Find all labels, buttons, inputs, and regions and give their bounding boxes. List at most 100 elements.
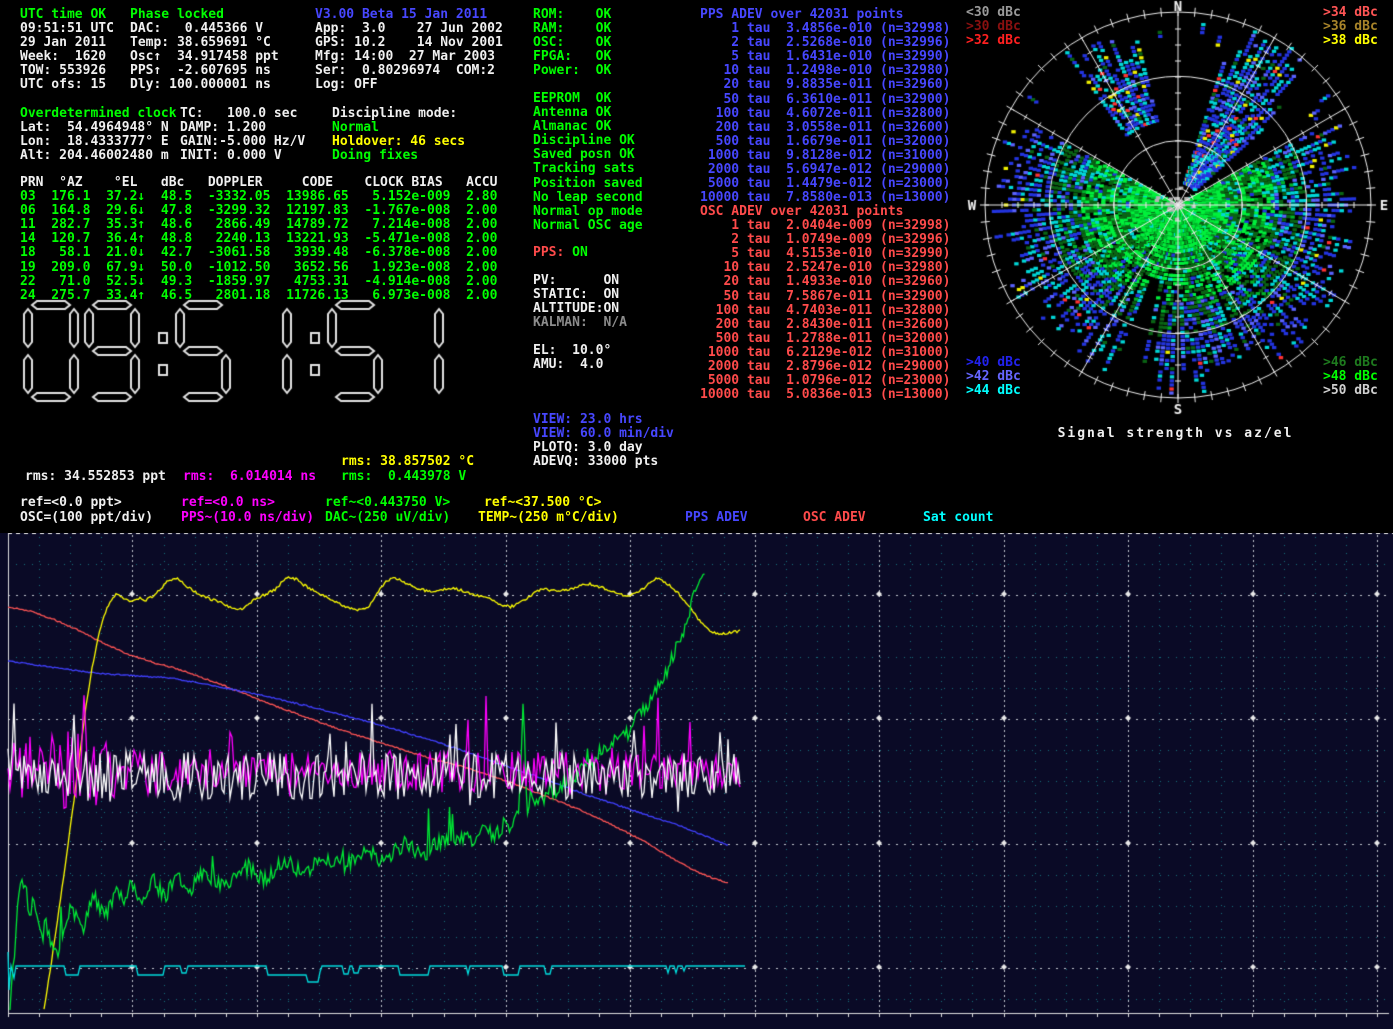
gps-status-line: EEPROM OK: [533, 92, 643, 106]
selftest-line: OSC: OK: [533, 36, 611, 50]
status-label: rms: 0.443978 V: [341, 470, 466, 484]
dbc-legend-entry: >50 dBc: [1323, 384, 1378, 398]
satellite-table: PRN °AZ °EL dBc DOPPLER CODE CLOCK BIAS …: [20, 176, 497, 303]
sat-table-row: 03 176.1 37.2↓ 48.5 -3332.05 13986.65 5.…: [20, 190, 497, 204]
pps-status-line: PPS: ON: [533, 246, 588, 260]
utc-line: UTC ofs: 15: [20, 78, 114, 92]
view-settings-block: VIEW: 23.0 hrsVIEW: 60.0 min/divPLOTQ: 3…: [533, 413, 674, 469]
pps-adev-row: 1 tau 3.4856e-010 (n=32998): [700, 22, 950, 36]
discipline-mode-block: Discipline mode:NormalHoldover: 46 secsD…: [332, 107, 465, 163]
status-label: ref=<0.0 ppt>: [20, 496, 122, 510]
status-label: TEMP~(250 m°C/div): [478, 511, 619, 525]
pps-adev-row: 1000 tau 9.8128e-012 (n=31000): [700, 149, 950, 163]
pps-adev-row: 2 tau 2.5268e-010 (n=32996): [700, 36, 950, 50]
pps-adev-row: 10 tau 1.2498e-010 (n=32980): [700, 64, 950, 78]
phase-status-header: Phase locked: [130, 8, 279, 22]
fix-mode-line: ALTITUDE:ON: [533, 302, 627, 316]
fix-mode-block: PV: ONSTATIC: ONALTITUDE:ONKALMAN: N/A: [533, 274, 627, 330]
phase-line: Dly: 100.000001 ns: [130, 78, 279, 92]
utc-line: 29 Jan 2011: [20, 36, 114, 50]
pps-adev-row: 100 tau 4.6072e-011 (n=32800): [700, 107, 950, 121]
sat-table-header: PRN °AZ °EL dBc DOPPLER CODE CLOCK BIAS …: [20, 176, 497, 190]
gps-status-line: Discipline OK: [533, 134, 643, 148]
phase-line: PPS↑ -2.607695 ns: [130, 64, 279, 78]
osc-adev-row: 20 tau 1.4933e-010 (n=32960): [700, 275, 950, 289]
pps-adev-row: 2000 tau 5.6947e-012 (n=29000): [700, 163, 950, 177]
dbc-legend-mid: >34 dBc>36 dBc>38 dBc: [1323, 6, 1378, 49]
version-header: V3.00 Beta 15 Jan 2011: [315, 8, 503, 22]
osc-adev-row: 500 tau 1.2788e-011 (n=32000): [700, 332, 950, 346]
gps-status-line: Normal OSC age: [533, 219, 643, 233]
phase-lock-block: Phase lockedDAC: 0.445366 VTemp: 38.6596…: [130, 8, 279, 93]
sat-table-row: 22 71.0 52.5↓ 49.3 -1859.97 4753.31 -4.9…: [20, 275, 497, 289]
status-label: rms: 38.857502 °C: [341, 455, 474, 469]
digital-clock: [22, 296, 467, 414]
loop-line: INIT: 0.000 V: [180, 149, 305, 163]
sat-table-row: 06 164.8 29.6↓ 47.8 -3299.32 12197.83 -1…: [20, 204, 497, 218]
status-label: ref~<0.443750 V>: [325, 496, 450, 510]
selftest-line: RAM: OK: [533, 22, 611, 36]
mask-line: EL: 10.0°: [533, 344, 611, 358]
version-line: GPS: 10.2 14 Nov 2001: [315, 36, 503, 50]
fix-mode-line: KALMAN: N/A: [533, 316, 627, 330]
osc-adev-row: 50 tau 7.5867e-011 (n=32900): [700, 290, 950, 304]
selftest-line: ROM: OK: [533, 8, 611, 22]
position-line: Alt: 204.46002480 m: [20, 149, 177, 163]
selftest-line: FPGA: OK: [533, 50, 611, 64]
sat-table-row: 18 58.1 21.0↓ 42.7 -3061.58 3939.48 -6.3…: [20, 246, 497, 260]
utc-line: TOW: 553926: [20, 64, 114, 78]
phase-line: Temp: 38.659691 °C: [130, 36, 279, 50]
utc-status-header: UTC time OK: [20, 8, 114, 22]
selftest-line: Power: OK: [533, 64, 611, 78]
pps-adev-row: 20 tau 9.8835e-011 (n=32960): [700, 78, 950, 92]
status-label: rms: 6.014014 ns: [183, 470, 316, 484]
dbc-legend-entry: >38 dBc: [1323, 34, 1378, 48]
gps-status-line: Almanac OK: [533, 120, 643, 134]
version-line: App: 3.0 27 Jun 2002: [315, 22, 503, 36]
loop-params-block: TC: 100.0 secDAMP: 1.200GAIN:-5.000 Hz/V…: [180, 107, 305, 163]
loop-line: TC: 100.0 sec: [180, 107, 305, 121]
status-label: rms: 34.552853 ppt: [25, 470, 166, 484]
pps-adev-row: 500 tau 1.6679e-011 (n=32000): [700, 135, 950, 149]
status-label: DAC~(250 uV/div): [325, 511, 450, 525]
osc-adev-row: 1000 tau 6.2129e-012 (n=31000): [700, 346, 950, 360]
pps-value: ON: [572, 245, 588, 260]
dbc-legend-high: >40 dBc>42 dBc>44 dBc: [966, 356, 1021, 399]
position-line: Lat: 54.4964948° N: [20, 121, 177, 135]
lady-heather-monitor-screen: UTC time OK09:51:51 UTC29 Jan 2011Week: …: [0, 0, 1393, 1029]
phase-line: DAC: 0.445366 V: [130, 22, 279, 36]
position-line: Lon: 18.4333777° E: [20, 135, 177, 149]
dbc-legend-top: >46 dBc>48 dBc>50 dBc: [1323, 356, 1378, 399]
utc-line: 09:51:51 UTC: [20, 22, 114, 36]
gps-status-line: No leap second: [533, 191, 643, 205]
utc-time-block: UTC time OK09:51:51 UTC29 Jan 2011Week: …: [20, 8, 114, 93]
osc-adev-row: 10000 tau 5.0836e-013 (n=13000): [700, 388, 950, 402]
osc-adev-row: 2 tau 1.0749e-009 (n=32996): [700, 233, 950, 247]
sat-table-row: 14 120.7 36.4↑ 48.8 2240.13 13221.93 -5.…: [20, 232, 497, 246]
osc-adev-row: 5 tau 4.5153e-010 (n=32990): [700, 247, 950, 261]
gps-status-line: Tracking sats: [533, 162, 643, 176]
mask-line: AMU: 4.0: [533, 358, 611, 372]
pps-label: PPS:: [533, 245, 564, 260]
osc-adev-row: 10 tau 2.5247e-010 (n=32980): [700, 261, 950, 275]
gps-status-line: Antenna OK: [533, 106, 643, 120]
dbc-legend-entry: >44 dBc: [966, 384, 1021, 398]
position-header: Overdetermined clock: [20, 107, 177, 121]
selftest-block: ROM: OKRAM: OKOSC: OKFPGA: OKPower: OK: [533, 8, 611, 78]
pps-adev-row: 50 tau 6.3610e-011 (n=32900): [700, 93, 950, 107]
gps-status-line: Saved posn OK: [533, 148, 643, 162]
dbc-legend-entry: <30 dBc: [966, 6, 1021, 20]
pps-adev-table: PPS ADEV over 42031 points 1 tau 3.4856e…: [700, 8, 950, 205]
status-label: ref=<0.0 ns>: [181, 496, 275, 510]
dbc-legend-entry: >48 dBc: [1323, 370, 1378, 384]
osc-adev-table: OSC ADEV over 42031 points 1 tau 2.0404e…: [700, 205, 950, 402]
polar-caption: Signal strength vs az/el: [958, 427, 1393, 441]
dbc-legend-entry: >32 dBc: [966, 34, 1021, 48]
phase-line: Osc↑ 34.917458 ppt: [130, 50, 279, 64]
sat-table-row: 19 209.0 67.9↓ 50.0 -1012.50 3652.56 1.9…: [20, 261, 497, 275]
dbc-legend-entry: >30 dBc: [966, 20, 1021, 34]
position-block: Overdetermined clockLat: 54.4964948° NLo…: [20, 107, 177, 163]
status-label: PPS~(10.0 ns/div): [181, 511, 314, 525]
osc-adev-row: 2000 tau 2.8796e-012 (n=29000): [700, 360, 950, 374]
pps-adev-row: 5 tau 1.6431e-010 (n=32990): [700, 50, 950, 64]
